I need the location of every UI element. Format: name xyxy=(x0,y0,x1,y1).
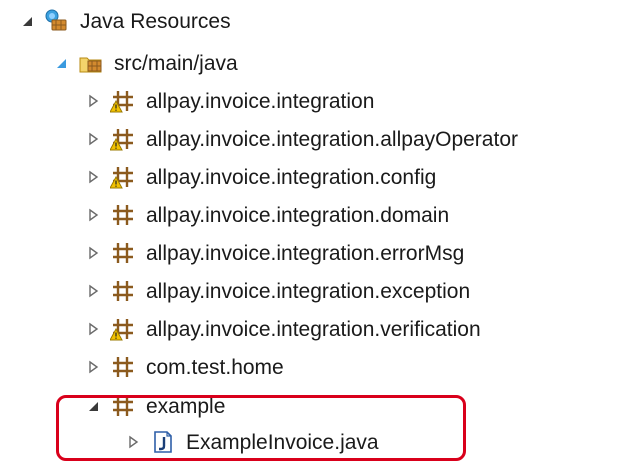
tree-item-package[interactable]: allpay.invoice.integration.config xyxy=(84,158,436,196)
tree-item-label: allpay.invoice.integration xyxy=(146,89,375,113)
package-warning-icon xyxy=(110,88,136,114)
tree-item-package[interactable]: allpay.invoice.integration.exception xyxy=(84,272,470,310)
tree-item-label: example xyxy=(146,394,226,418)
collapsed-arrow-icon[interactable] xyxy=(84,320,102,338)
collapsed-arrow-icon[interactable] xyxy=(84,168,102,186)
tree-item-java-resources[interactable]: Java Resources xyxy=(18,2,231,40)
package-warning-icon xyxy=(110,126,136,152)
source-folder-icon xyxy=(78,50,104,76)
expanded-arrow-icon[interactable] xyxy=(18,12,36,30)
collapsed-arrow-icon[interactable] xyxy=(84,282,102,300)
tree-item-label: Java Resources xyxy=(80,9,231,33)
package-icon xyxy=(110,393,136,419)
tree-item-label: src/main/java xyxy=(114,51,238,75)
collapsed-arrow-icon[interactable] xyxy=(84,244,102,262)
tree-item-package[interactable]: allpay.invoice.integration xyxy=(84,82,374,120)
project-explorer-tree: Java Resources src/main/java allpay.invo… xyxy=(0,0,620,461)
collapsed-arrow-icon[interactable] xyxy=(84,206,102,224)
collapsed-arrow-icon[interactable] xyxy=(84,130,102,148)
tree-item-package[interactable]: allpay.invoice.integration.allpayOperato… xyxy=(84,120,518,158)
collapsed-arrow-icon[interactable] xyxy=(84,92,102,110)
tree-item-label: allpay.invoice.integration.allpayOperato… xyxy=(146,127,518,151)
package-icon xyxy=(110,202,136,228)
java-file-icon xyxy=(150,429,176,455)
tree-item-label: allpay.invoice.integration.domain xyxy=(146,203,450,227)
tree-item-label: allpay.invoice.integration.exception xyxy=(146,279,471,303)
tree-item-package[interactable]: allpay.invoice.integration.domain xyxy=(84,196,449,234)
tree-item-package[interactable]: com.test.home xyxy=(84,348,284,386)
tree-item-label: allpay.invoice.integration.config xyxy=(146,165,437,189)
tree-item-package-example[interactable]: example xyxy=(84,387,225,425)
package-icon xyxy=(110,278,136,304)
tree-item-label: com.test.home xyxy=(146,355,284,379)
collapsed-arrow-icon[interactable] xyxy=(84,358,102,376)
expanded-arrow-icon[interactable] xyxy=(52,54,70,72)
tree-item-java-file[interactable]: ExampleInvoice.java xyxy=(124,423,379,461)
expanded-arrow-icon[interactable] xyxy=(84,397,102,415)
package-icon xyxy=(110,354,136,380)
tree-item-package[interactable]: allpay.invoice.integration.verification xyxy=(84,310,481,348)
tree-item-label: allpay.invoice.integration.errorMsg xyxy=(146,241,465,265)
tree-item-label: allpay.invoice.integration.verification xyxy=(146,317,481,341)
package-icon xyxy=(110,240,136,266)
package-warning-icon xyxy=(110,164,136,190)
tree-item-label: ExampleInvoice.java xyxy=(186,430,379,454)
collapsed-arrow-icon[interactable] xyxy=(124,433,142,451)
package-warning-icon xyxy=(110,316,136,342)
java-resources-icon xyxy=(44,8,70,34)
tree-item-src-main-java[interactable]: src/main/java xyxy=(52,44,238,82)
tree-item-package[interactable]: allpay.invoice.integration.errorMsg xyxy=(84,234,464,272)
